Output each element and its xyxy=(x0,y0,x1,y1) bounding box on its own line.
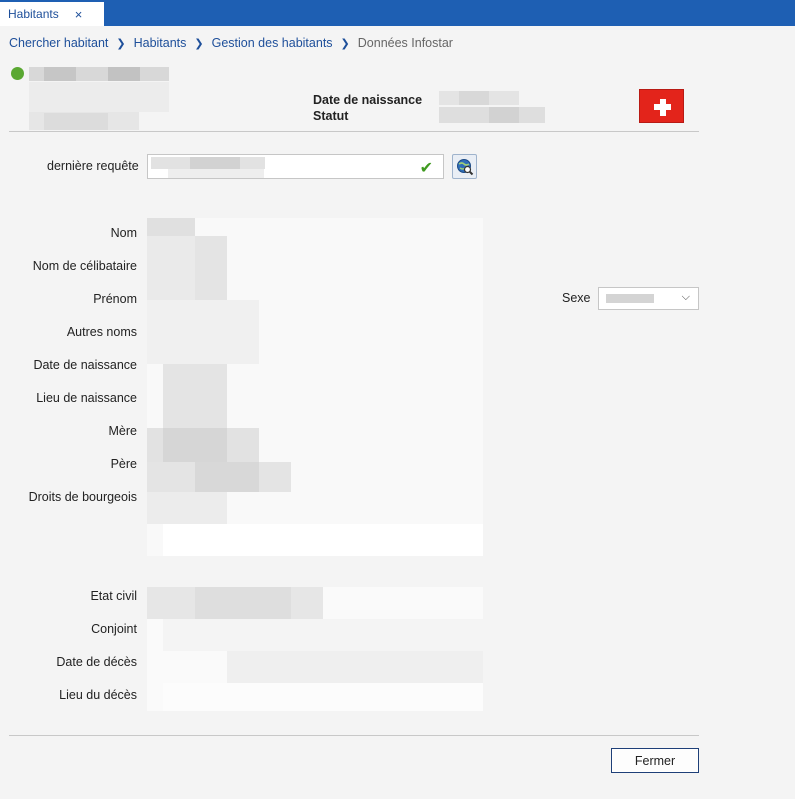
globe-search-button[interactable] xyxy=(452,154,477,179)
sexe-label: Sexe xyxy=(562,291,591,305)
redacted-sexe-value xyxy=(606,294,654,303)
label-autres-noms: Autres noms xyxy=(66,325,137,339)
globe-search-icon xyxy=(457,159,474,176)
tab-bar: Habitants × xyxy=(0,0,795,26)
tab-label: Habitants xyxy=(8,7,59,21)
header-divider xyxy=(9,131,699,132)
label-etat-civil: Etat civil xyxy=(90,589,137,603)
redacted-civil-status-values xyxy=(147,587,483,711)
status-label: Statut xyxy=(313,109,349,123)
label-lieu-deces: Lieu du décès xyxy=(59,688,137,702)
chevron-right-icon: ❯ xyxy=(340,37,350,50)
redacted-identity-values xyxy=(147,218,483,556)
swiss-flag-icon xyxy=(639,89,684,123)
close-button[interactable]: Fermer xyxy=(611,748,699,773)
breadcrumb-item-habitants[interactable]: Habitants xyxy=(134,36,187,50)
label-pere: Père xyxy=(110,457,137,471)
footer-divider xyxy=(9,735,699,736)
sexe-select[interactable]: ⌵ xyxy=(598,287,699,310)
label-droits-bourgeois: Droits de bourgeois xyxy=(28,490,137,504)
breadcrumb: Chercher habitant ❯ Habitants ❯ Gestion … xyxy=(9,35,453,51)
breadcrumb-item-donnees-infostar: Données Infostar xyxy=(357,36,453,50)
label-date-naissance: Date de naissance xyxy=(33,358,137,372)
checkmark-icon: ✔ xyxy=(419,160,433,177)
status-indicator-icon xyxy=(11,67,24,80)
chevron-down-icon: ⌵ xyxy=(681,291,690,303)
chevron-right-icon: ❯ xyxy=(116,37,126,50)
chevron-right-icon: ❯ xyxy=(194,37,204,50)
label-lieu-naissance: Lieu de naissance xyxy=(36,391,137,405)
label-nom-celibataire: Nom de célibataire xyxy=(32,259,137,273)
last-query-label: dernière requête xyxy=(47,159,139,173)
breadcrumb-item-gestion-habitants[interactable]: Gestion des habitants xyxy=(212,36,333,50)
last-query-field[interactable]: ✔ xyxy=(147,154,444,179)
label-mere: Mère xyxy=(108,424,137,438)
tab-habitants[interactable]: Habitants × xyxy=(0,0,104,26)
birth-date-label: Date de naissance xyxy=(313,93,423,107)
label-conjoint: Conjoint xyxy=(91,622,137,636)
close-icon[interactable]: × xyxy=(75,7,83,22)
label-prenom: Prénom xyxy=(93,292,137,306)
label-date-deces: Date de décès xyxy=(56,655,137,669)
label-nom: Nom xyxy=(110,226,137,240)
breadcrumb-item-chercher-habitant[interactable]: Chercher habitant xyxy=(9,36,108,50)
